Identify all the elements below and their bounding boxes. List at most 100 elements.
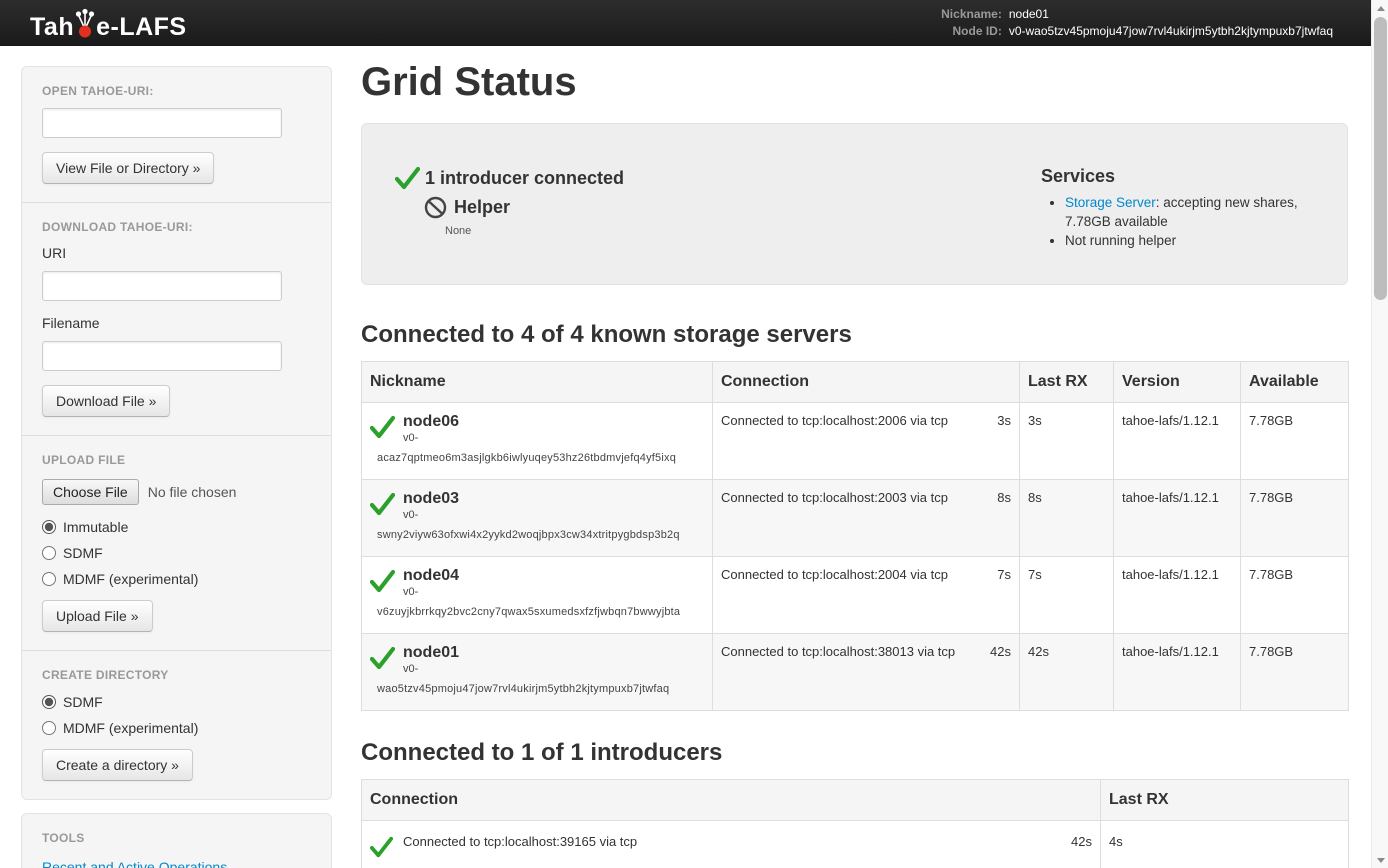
server-last-rx: 8s (1020, 480, 1114, 557)
sidebar-main-panel: OPEN TAHOE-URI: View File or Directory »… (21, 66, 332, 800)
server-connection: Connected to tcp:localhost:2006 via tcp (721, 413, 948, 428)
helper-status-text: Helper (454, 197, 510, 218)
download-file-button[interactable]: Download File » (42, 385, 170, 417)
server-last-rx: 42s (1020, 634, 1114, 711)
open-uri-input[interactable] (42, 108, 282, 138)
filename-field-label: Filename (42, 315, 311, 331)
col-version: Version (1114, 362, 1241, 403)
logo-text-pre: Tah (30, 13, 74, 42)
choose-file-button[interactable]: Choose File (42, 479, 139, 505)
node-id-label: Node ID: (941, 24, 1002, 39)
helper-status: Helper (424, 196, 1041, 219)
server-version: tahoe-lafs/1.12.1 (1114, 634, 1241, 711)
upload-file-button[interactable]: Upload File » (42, 600, 153, 632)
immutable-radio[interactable] (42, 520, 56, 534)
services-heading: Services (1041, 166, 1345, 187)
upload-format-sdmf[interactable]: SDMF (42, 545, 311, 561)
col-last-rx: Last RX (1020, 362, 1114, 403)
sidebar: OPEN TAHOE-URI: View File or Directory »… (21, 66, 332, 868)
open-uri-section: OPEN TAHOE-URI: View File or Directory » (22, 67, 331, 202)
server-available: 7.78GB (1241, 557, 1349, 634)
server-nickname: node01 (403, 644, 704, 662)
open-uri-label: OPEN TAHOE-URI: (42, 84, 311, 98)
tahoe-sprout-icon (75, 8, 95, 38)
server-node-id: wao5tzv45pmoju47jow7rvl4ukirjm5ytbh2kjty… (377, 683, 704, 696)
server-available: 7.78GB (1241, 634, 1349, 711)
tahoe-lafs-logo: Tah e-LAFS (30, 5, 187, 42)
create-directory-section: CREATE DIRECTORY SDMF MDMF (experimental… (22, 650, 331, 799)
upload-format-immutable[interactable]: Immutable (42, 519, 311, 535)
mdmf-radio[interactable] (42, 572, 56, 586)
top-navbar: Tah e-LAFS Nickname: node01 Node ID: v0-… (0, 0, 1371, 46)
introducers-heading: Connected to 1 of 1 introducers (361, 739, 1348, 767)
table-row: node04 v0- v6zuyjkbrrkqy2bvc2cny7qwax5sx… (362, 557, 1349, 634)
helper-detail: None (445, 225, 1041, 237)
server-available: 7.78GB (1241, 480, 1349, 557)
introducers-table: Connection Last RX Connected to tcp:loca… (361, 779, 1349, 868)
check-icon (370, 646, 395, 670)
main-content: Grid Status 1 introducer connected Helpe… (361, 46, 1348, 868)
tools-label: TOOLS (42, 831, 311, 845)
uri-field-label: URI (42, 245, 311, 261)
server-last-rx: 7s (1020, 557, 1114, 634)
check-icon (370, 569, 395, 593)
view-file-button[interactable]: View File or Directory » (42, 152, 214, 184)
storage-servers-heading: Connected to 4 of 4 known storage server… (361, 321, 1348, 349)
download-uri-label: DOWNLOAD TAHOE-URI: (42, 220, 311, 234)
upload-file-label: UPLOAD FILE (42, 453, 311, 467)
introducer-last-rx: 4s (1101, 821, 1349, 868)
col-available: Available (1241, 362, 1349, 403)
mkdir-sdmf-radio[interactable] (42, 695, 56, 709)
mkdir-mdmf-radio[interactable] (42, 721, 56, 735)
introducer-connection: Connected to tcp:localhost:39165 via tcp (403, 834, 637, 849)
col-nickname: Nickname (362, 362, 713, 403)
server-available: 7.78GB (1241, 403, 1349, 480)
check-icon (370, 492, 395, 516)
upload-format-mdmf[interactable]: MDMF (experimental) (42, 571, 311, 587)
scroll-up-arrow[interactable] (1372, 0, 1388, 16)
introducer-status-text: 1 introducer connected (425, 168, 624, 189)
server-connection: Connected to tcp:localhost:2004 via tcp (721, 567, 948, 582)
upload-file-section: UPLOAD FILE Choose File No file chosen I… (22, 435, 331, 650)
col-last-rx: Last RX (1101, 780, 1349, 821)
introducer-status: 1 introducer connected (395, 166, 1041, 190)
server-node-id: acaz7qptmeo6m3asjlgkb6iwlyuqey53hz26tbdm… (377, 452, 704, 465)
scroll-down-arrow[interactable] (1372, 852, 1388, 868)
nickname-label: Nickname: (941, 7, 1002, 22)
server-version: tahoe-lafs/1.12.1 (1114, 403, 1241, 480)
scrollbar-thumb[interactable] (1374, 17, 1387, 300)
download-uri-section: DOWNLOAD TAHOE-URI: URI Filename Downloa… (22, 202, 331, 435)
services-list: Storage Server: accepting new shares, 7.… (1065, 193, 1345, 250)
create-directory-button[interactable]: Create a directory » (42, 749, 193, 781)
service-item-helper: Not running helper (1065, 231, 1345, 250)
sdmf-radio[interactable] (42, 546, 56, 560)
server-nickname: node04 (403, 567, 704, 585)
download-uri-input[interactable] (42, 271, 282, 301)
server-nickname: node06 (403, 413, 704, 431)
node-info: Nickname: node01 Node ID: v0-wao5tzv45pm… (941, 7, 1333, 39)
tools-panel: TOOLS Recent and Active Operations (21, 813, 332, 868)
table-row: Connected to tcp:localhost:39165 via tcp… (362, 821, 1349, 868)
server-version: tahoe-lafs/1.12.1 (1114, 557, 1241, 634)
storage-server-link[interactable]: Storage Server (1065, 195, 1156, 210)
vertical-scrollbar[interactable] (1371, 0, 1388, 868)
mkdir-format-mdmf[interactable]: MDMF (experimental) (42, 720, 311, 736)
recent-operations-link[interactable]: Recent and Active Operations (42, 859, 311, 868)
create-directory-label: CREATE DIRECTORY (42, 668, 311, 682)
mkdir-format-sdmf[interactable]: SDMF (42, 694, 311, 710)
download-filename-input[interactable] (42, 341, 282, 371)
no-file-chosen-text: No file chosen (148, 484, 237, 500)
col-connection: Connection (713, 362, 1020, 403)
server-node-id: v6zuyjkbrrkqy2bvc2cny7qwax5sxumedsxfzfjw… (377, 606, 704, 619)
logo-text-post: e-LAFS (96, 13, 187, 42)
server-connection: Connected to tcp:localhost:38013 via tcp (721, 644, 955, 659)
storage-table-header: Nickname Connection Last RX Version Avai… (362, 362, 1349, 403)
status-summary-well: 1 introducer connected Helper None Servi… (361, 123, 1348, 285)
nickname-value: node01 (1009, 7, 1333, 22)
table-row: node01 v0- wao5tzv45pmoju47jow7rvl4ukirj… (362, 634, 1349, 711)
server-node-id: swny2viyw63ofxwi4x2yykd2woqjbpx3cw34xtri… (377, 529, 704, 542)
server-nickname: node03 (403, 490, 704, 508)
check-icon (395, 166, 420, 190)
page-title: Grid Status (361, 60, 1348, 105)
check-icon (370, 415, 395, 439)
